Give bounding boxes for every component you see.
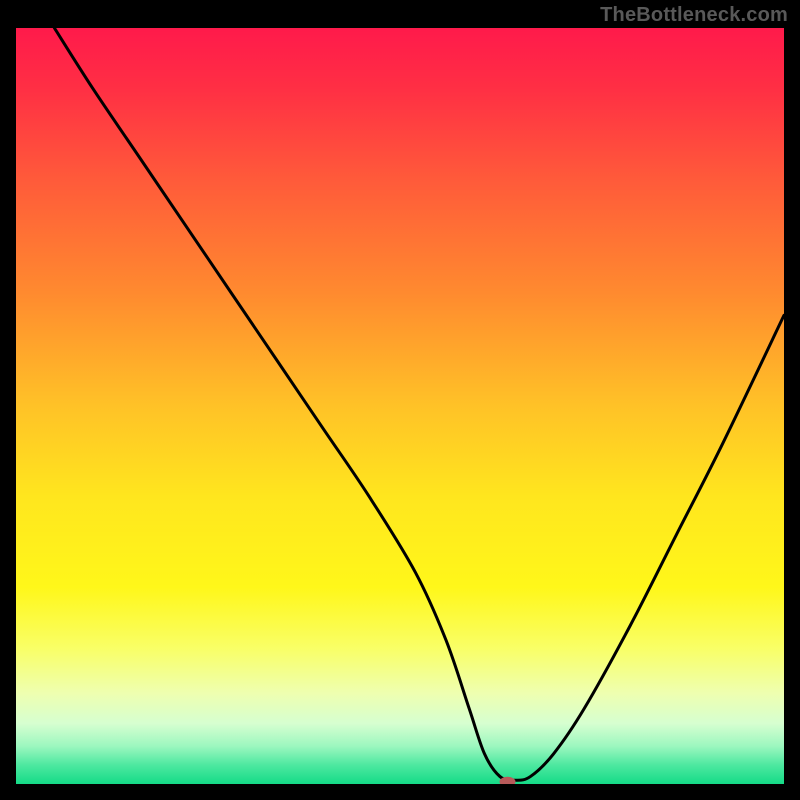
watermark-text: TheBottleneck.com	[600, 4, 788, 27]
chart-svg	[16, 28, 784, 784]
gradient-background	[16, 28, 784, 784]
bottleneck-chart	[16, 28, 784, 784]
